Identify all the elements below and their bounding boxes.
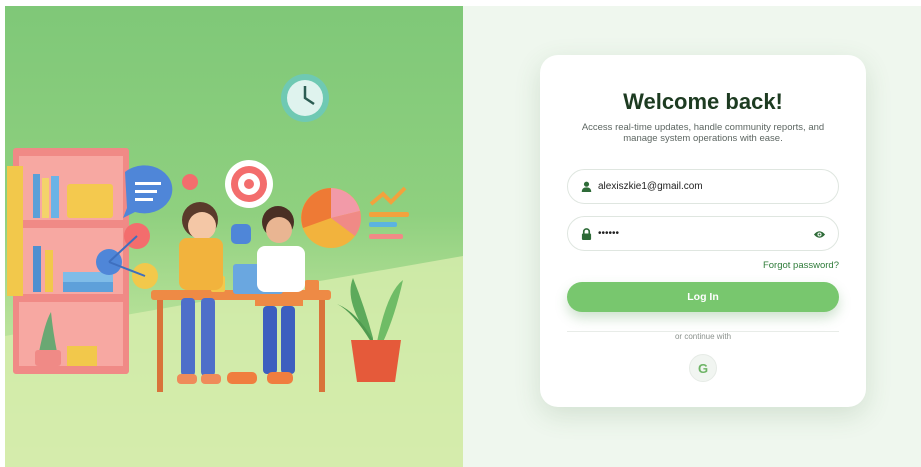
login-button[interactable]: Log In (567, 282, 839, 312)
google-login-button[interactable]: G (689, 354, 717, 382)
email-input[interactable] (598, 181, 818, 192)
page-title: Welcome back! (623, 89, 783, 114)
forgot-password-link[interactable]: Forgot password? (763, 260, 839, 271)
eye-icon[interactable] (813, 228, 826, 241)
divider-label-wrap: or continue with (540, 326, 866, 344)
pie-chart-graphic (301, 188, 361, 248)
password-field[interactable] (567, 216, 839, 251)
lock-icon (580, 227, 592, 240)
email-field[interactable] (567, 169, 839, 204)
page-subtitle: Access real-time updates, handle communi… (581, 122, 825, 144)
user-icon (580, 181, 592, 193)
divider-label: or continue with (668, 332, 738, 341)
hero-illustration (5, 6, 463, 467)
password-input[interactable] (598, 228, 818, 239)
google-icon: G (697, 360, 709, 376)
login-card: Welcome back! Access real-time updates, … (540, 55, 866, 407)
hero-artwork (5, 74, 463, 467)
